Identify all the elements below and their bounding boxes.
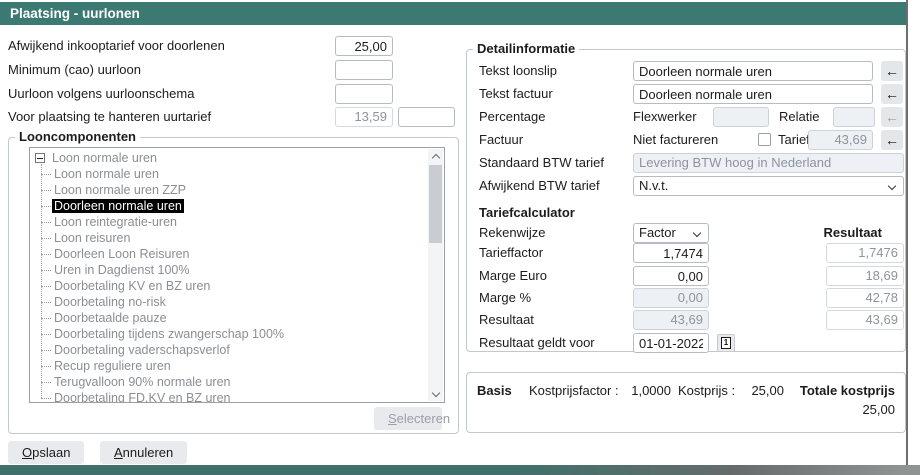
label-te-hanteren-uurtarief: Voor plaatsing te hanteren uurtarief — [8, 107, 211, 127]
tree-item[interactable]: Doorbetaling no-risk — [30, 294, 428, 310]
detailinformatie-group: Detailinformatie Tekst loonslip ← Tekst … — [466, 49, 906, 352]
label-minimum-cao-uurloon: Minimum (cao) uurloon — [8, 60, 141, 80]
label-rekenwijze: Rekenwijze — [479, 223, 545, 243]
tree-item[interactable]: Loon normale uren ZZP — [30, 182, 428, 198]
label-marge-pct: Marge % — [479, 288, 531, 308]
minimum-cao-uurloon-input[interactable] — [335, 60, 393, 80]
tree-item-selected[interactable]: Doorleen normale uren — [30, 198, 428, 214]
marge-pct-readonly: 0,00 — [633, 288, 709, 308]
opslaan-button[interactable]: Opslaan — [8, 441, 84, 464]
afwijkend-btw-select[interactable]: N.v.t. — [633, 176, 904, 196]
chevron-down-icon — [693, 229, 701, 237]
selecteren-button: Selecteren — [374, 407, 442, 430]
label-afwijkend-btw: Afwijkend BTW tarief — [479, 176, 600, 196]
marge-pct-result: 42,78 — [826, 288, 904, 308]
niet-factureren-checkbox[interactable] — [758, 133, 771, 146]
collapse-icon[interactable] — [35, 153, 45, 163]
label-tekst-factuur: Tekst factuur — [479, 84, 553, 104]
scrollbar-thumb[interactable] — [429, 165, 442, 243]
scroll-up-icon[interactable] — [428, 149, 443, 164]
rekenwijze-select[interactable]: Factor — [633, 223, 709, 243]
label-afwijkend-inkooptarief: Afwijkend inkooptarief voor doorlenen — [8, 36, 225, 56]
tree-scrollbar[interactable] — [428, 149, 443, 401]
kostprijsfactor-value: 1,0000 — [597, 381, 671, 401]
copy-default-tarief-button[interactable]: ← — [881, 130, 903, 150]
tarieffactor-result: 1,7476 — [826, 243, 904, 263]
tariefcalculator-title: Tariefcalculator — [479, 203, 575, 223]
relatie-percentage-field — [833, 107, 875, 127]
dialog-plaatsing-uurlonen: Plaatsing - uurlonen Afwijkend inkooptar… — [0, 0, 920, 475]
tarieffactor-input[interactable] — [633, 243, 709, 263]
calendar-icon: 1 — [721, 337, 731, 349]
scroll-down-icon[interactable] — [428, 386, 443, 401]
tree-item[interactable]: Doorleen Loon Reisuren — [30, 246, 428, 262]
looncomponenten-group: Looncomponenten Loon normale uren Loon n… — [8, 137, 459, 434]
afwijkend-inkooptarief-input[interactable] — [335, 36, 393, 56]
label-tekst-loonslip: Tekst loonslip — [479, 61, 557, 81]
chevron-down-icon — [888, 182, 896, 190]
tree-item[interactable]: Uren in Dagdienst 100% — [30, 262, 428, 278]
tarief-readonly: 43,69 — [808, 130, 873, 150]
label-standaard-btw: Standaard BTW tarief — [479, 153, 604, 173]
label-flexwerker: Flexwerker — [633, 107, 697, 127]
dialog-title: Plaatsing - uurlonen — [0, 2, 906, 25]
standaard-btw-readonly: Levering BTW hoog in Nederland — [633, 153, 904, 173]
tree-item[interactable]: Doorbetaalde pauze — [30, 310, 428, 326]
label-relatie: Relatie — [779, 107, 819, 127]
copy-default-factuur-button[interactable]: ← — [881, 84, 903, 104]
tree-root-item[interactable]: Loon normale uren — [30, 150, 428, 166]
annuleren-button[interactable]: Annuleren — [100, 441, 187, 464]
calendar-button[interactable]: 1 — [717, 334, 735, 352]
tree-item[interactable]: Loon reintegratie-uren — [30, 214, 428, 230]
tree-item[interactable]: Doorbetaling KV en BZ uren — [30, 278, 428, 294]
looncomponenten-tree: Loon normale uren Loon normale uren Loon… — [29, 147, 445, 403]
label-factuur: Factuur — [479, 130, 523, 150]
resultaat-column-header: Resultaat — [804, 223, 882, 243]
tree-item[interactable]: Loon normale uren — [30, 166, 428, 182]
copy-default-percentage-button: ← — [881, 107, 903, 127]
tree-item[interactable]: Recup reguliere uren — [30, 358, 428, 374]
flexwerker-percentage-field — [713, 107, 769, 127]
totale-kostprijs-value: 25,00 — [862, 400, 895, 420]
label-uurloon-uurloonschema: Uurloon volgens uurloonschema — [8, 84, 194, 104]
label-resultaat: Resultaat — [479, 310, 534, 330]
basis-label: Basis — [477, 381, 512, 401]
arrow-left-icon: ← — [885, 86, 899, 102]
te-hanteren-uurtarief-input[interactable] — [398, 107, 455, 127]
basis-summary-box: Basis Kostprijsfactor : 1,0000 Kostprijs… — [466, 372, 906, 433]
tekst-factuur-input[interactable] — [633, 84, 873, 104]
tree-item[interactable]: Doorbetaling FD.KV en BZ uren — [30, 390, 428, 403]
resultaat-readonly: 43,69 — [633, 310, 709, 330]
label-marge-euro: Marge Euro — [479, 266, 547, 286]
tree-item[interactable]: Terugvalloon 90% normale uren — [30, 374, 428, 390]
resultaat-geldt-voor-date-input[interactable] — [633, 333, 709, 353]
uurloon-uurloonschema-input[interactable] — [335, 84, 393, 104]
detailinformatie-legend: Detailinformatie — [473, 41, 579, 56]
te-hanteren-uurtarief-readonly: 13,59 — [335, 107, 393, 127]
tree-item[interactable]: Doorbetaling tijdens zwangerschap 100% — [30, 326, 428, 342]
label-percentage: Percentage — [479, 107, 546, 127]
arrow-left-icon: ← — [885, 109, 899, 125]
totale-kostprijs-label: Totale kostprijs — [800, 381, 895, 401]
marge-euro-result: 18,69 — [826, 266, 904, 286]
label-tarieffactor: Tarieffactor — [479, 243, 543, 263]
resultaat-result: 43,69 — [826, 310, 904, 330]
copy-default-loonslip-button[interactable]: ← — [881, 61, 903, 81]
window-bottom-edge — [0, 465, 920, 475]
looncomponenten-legend: Looncomponenten — [15, 129, 140, 144]
label-resultaat-geldt-voor: Resultaat geldt voor — [479, 333, 595, 353]
tekst-loonslip-input[interactable] — [633, 61, 873, 81]
label-tarief: Tarief — [778, 130, 810, 150]
kostprijs-value: 25,00 — [712, 381, 784, 401]
tree-item[interactable]: Loon reisuren — [30, 230, 428, 246]
window-edge — [906, 0, 908, 465]
tree-item[interactable]: Doorbetaling vaderschapsverlof — [30, 342, 428, 358]
marge-euro-input[interactable] — [633, 266, 709, 286]
arrow-left-icon: ← — [885, 63, 899, 79]
label-niet-factureren: Niet factureren — [633, 130, 718, 150]
arrow-left-icon: ← — [885, 132, 899, 148]
